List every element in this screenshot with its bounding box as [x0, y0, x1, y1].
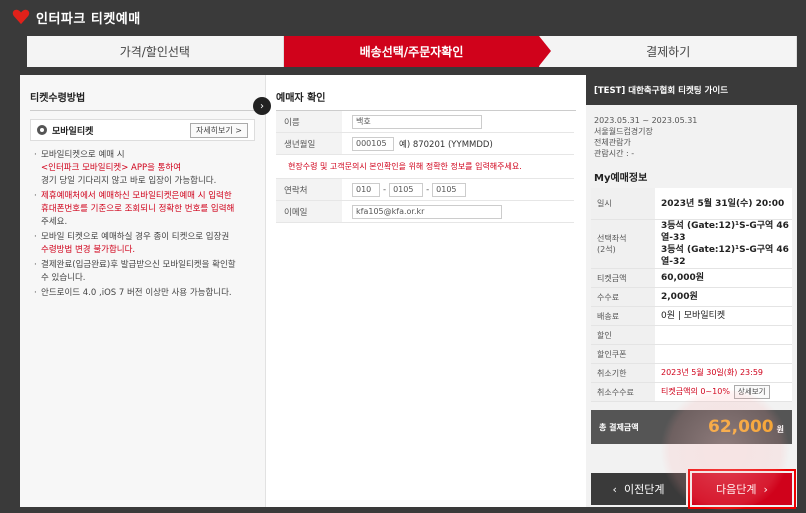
booking-info-row: 할인쿠폰	[591, 345, 792, 364]
detail-view-button[interactable]: 자세히보기 >	[189, 122, 248, 138]
ticket-notes: 모바일티켓으로 예매 시<인터파크 모바일티켓> APP을 통하여경기 당일 기…	[34, 149, 255, 300]
booking-info-row: 티켓금액 60,000원	[591, 269, 792, 288]
window-titlebar: 인터파크 티켓예매	[0, 0, 806, 34]
booking-info-row: 배송료 0원 | 모바일티켓	[591, 307, 792, 326]
phone-field-3[interactable]: 0105	[432, 182, 467, 197]
main-content: 티켓수령방법 모바일티켓 자세히보기 > 모바일티켓으로 예매 시<인터파크 모…	[20, 75, 586, 507]
window-title: 인터파크 티켓예매	[36, 11, 141, 27]
phone-row: 연락처 010 - 0105 - 0105	[276, 179, 574, 201]
prev-step-button[interactable]: ‹ 이전단계	[591, 473, 686, 505]
event-info: 2023.05.31 ~ 2023.05.31 서울월드컵경기장 전체관람가 관…	[594, 116, 698, 158]
booking-summary-sidebar: [TEST] 대한축구협회 티켓팅 가이드 2023.05.31 ~ 2023.…	[586, 75, 797, 509]
cancel-fee-detail-button[interactable]: 상세보기	[733, 385, 770, 399]
booking-info-row: 할인	[591, 326, 792, 345]
birth-hint: 예) 870201 (YYMMDD)	[399, 139, 493, 150]
heart-logo-icon	[12, 9, 30, 25]
info-warning: 현장수령 및 고객문의시 본인확인을 위해 정확한 정보를 입력해주세요.	[276, 155, 574, 179]
booking-info-row: 취소기한 2023년 5월 30일(화) 23:59	[591, 364, 792, 383]
mobile-ticket-label: 모바일티켓	[52, 126, 94, 137]
booker-panel: 예매자 확인 이름 백호 생년월일 000105 예) 870201 (YYMM…	[270, 75, 586, 507]
step-payment[interactable]: 결제하기	[540, 36, 798, 67]
ticket-method-panel: 티켓수령방법 모바일티켓 자세히보기 > 모바일티켓으로 예매 시<인터파크 모…	[20, 75, 266, 507]
ticket-note: 모바일티켓으로 예매 시<인터파크 모바일티켓> APP을 통하여경기 당일 기…	[34, 149, 255, 188]
booking-info-row: 선택좌석 (2석) 3등석 (Gate:12)¹S-G구역 46열-33 3등석 …	[591, 220, 792, 269]
phone-field-1[interactable]: 010	[352, 182, 380, 197]
ticket-note: 안드로이드 4.0 ,iOS 7 버전 이상만 사용 가능합니다.	[34, 287, 255, 300]
radio-selected-icon[interactable]	[37, 125, 47, 135]
total-value: 62,000	[708, 417, 774, 437]
email-row: 이메일 kfa105@kfa.or.kr	[276, 201, 574, 223]
step-nav: ‹ 이전단계 다음단계 ›	[591, 469, 796, 509]
total-label: 총 결제금액	[599, 422, 639, 432]
ticket-method-title: 티켓수령방법	[30, 75, 255, 111]
next-step-button[interactable]: 다음단계 ›	[688, 469, 796, 509]
mobile-ticket-option[interactable]: 모바일티켓 자세히보기 >	[30, 119, 255, 141]
booking-info-row: 취소수수료 티켓금액의 0~10% 상세보기	[591, 383, 792, 402]
email-field[interactable]: kfa105@kfa.or.kr	[352, 204, 502, 219]
booking-info-row: 일시 2023년 5월 31일(수) 20:00	[591, 188, 792, 220]
phone-field-2[interactable]: 0105	[389, 182, 424, 197]
step-delivery-confirm[interactable]: 배송선택/주문자확인	[283, 36, 552, 67]
step-price-discount[interactable]: 가격/할인선택	[27, 36, 284, 67]
chevron-right-circle-icon: ›	[253, 97, 271, 115]
booker-title: 예매자 확인	[276, 75, 576, 111]
name-row: 이름 백호	[276, 111, 574, 133]
booking-info-row: 수수료 2,000원	[591, 288, 792, 307]
birth-field[interactable]: 000105	[352, 136, 394, 151]
step-tabs: 가격/할인선택 배송선택/주문자확인 결제하기	[27, 36, 798, 67]
event-title: [TEST] 대한축구협회 티켓팅 가이드	[586, 75, 797, 105]
booking-info-table: 일시 2023년 5월 31일(수) 20:00 선택좌석 (2석) 3등석 (Gat…	[591, 188, 792, 402]
ticket-note: 결제완료(입금완료)후 발급받으신 모바일티켓을 확인할수 있습니다.	[34, 259, 255, 285]
my-booking-title: My예매정보	[594, 173, 648, 184]
total-amount-box: 총 결제금액 62,000 원	[591, 410, 792, 444]
ticket-note: 제휴예매처에서 예매하신 모바일티켓은예매 시 입력한휴대폰번호를 기준으로 조…	[34, 190, 255, 229]
birth-row: 생년월일 000105 예) 870201 (YYMMDD)	[276, 133, 574, 155]
name-field[interactable]: 백호	[352, 114, 482, 129]
ticket-note: 모바일 티켓으로 예매하실 경우 종이 티켓으로 입장권수령방법 변경 불가합니…	[34, 231, 255, 257]
